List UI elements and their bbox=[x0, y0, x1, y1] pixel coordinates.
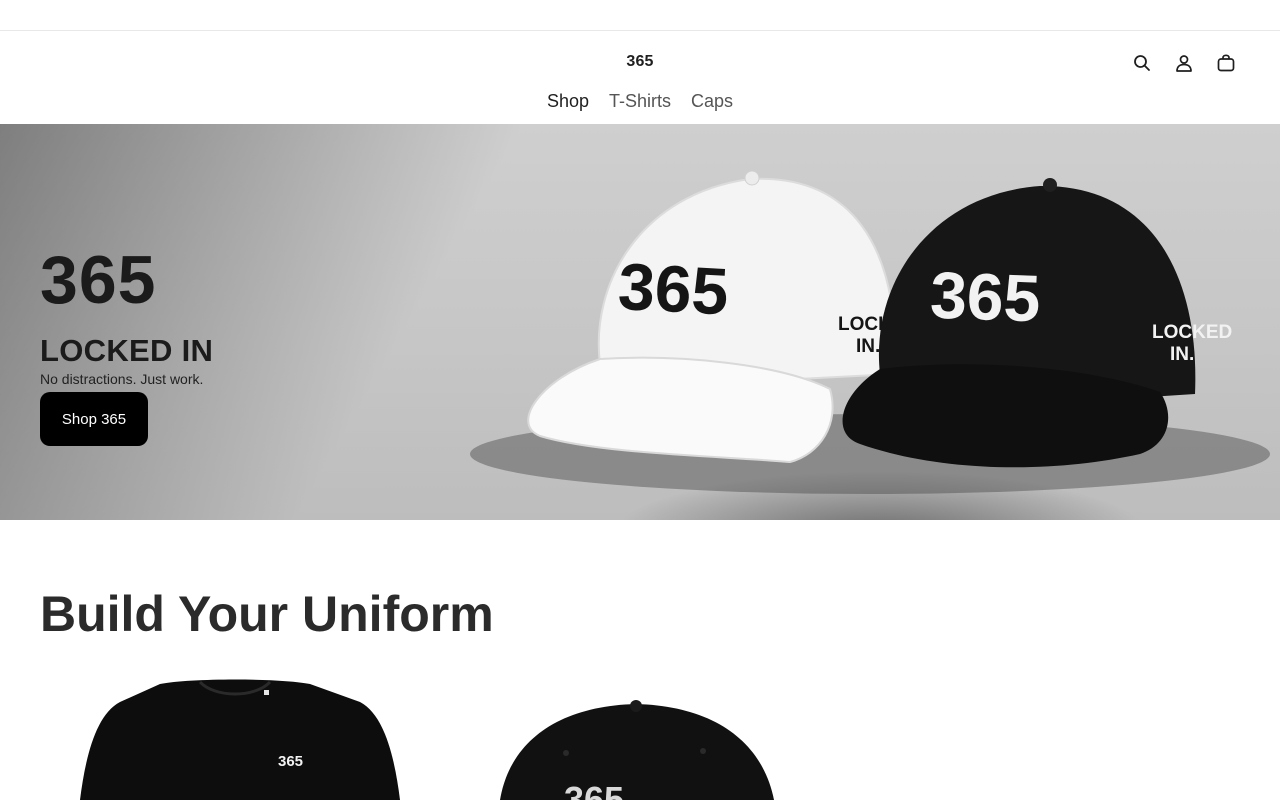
nav-item-shop[interactable]: Shop bbox=[547, 90, 589, 112]
hero-tagline: No distractions. Just work. bbox=[40, 371, 204, 387]
header-actions bbox=[1132, 53, 1236, 73]
cap-product-image: 365 bbox=[500, 700, 774, 800]
section-title: Build Your Uniform bbox=[40, 586, 494, 642]
announcement-bar bbox=[0, 0, 1280, 31]
search-icon[interactable] bbox=[1132, 53, 1152, 73]
tshirt-print: 365 bbox=[278, 753, 303, 770]
nav-item-caps[interactable]: Caps bbox=[691, 90, 733, 112]
product-card[interactable]: 365 bbox=[460, 670, 860, 800]
black-cap-side-print-2: IN. bbox=[1170, 344, 1194, 365]
white-cap-side-print-2: IN. bbox=[856, 336, 880, 357]
product-card[interactable]: 365 bbox=[40, 670, 440, 800]
shop-365-button[interactable]: Shop 365 bbox=[40, 392, 148, 446]
tshirt-product-image: 365 bbox=[80, 679, 400, 800]
cart-icon[interactable] bbox=[1216, 53, 1236, 73]
hero-subheadline: LOCKED IN bbox=[40, 333, 214, 368]
cap-print: 365 bbox=[564, 779, 624, 800]
black-cap-side-print-1: LOCKED bbox=[1152, 322, 1232, 343]
site-logo[interactable]: 365 bbox=[0, 53, 1280, 71]
hero-headline: 365 bbox=[40, 242, 157, 318]
product-grid: 365 365 bbox=[40, 670, 840, 800]
hero-content: 365 LOCKED IN No distractions. Just work… bbox=[40, 244, 213, 446]
hero-banner: 365 LOCKED IN. 365 LOCKED IN. 365 LOCKED… bbox=[0, 124, 1280, 520]
white-cap-front-print: 365 bbox=[616, 249, 730, 329]
black-cap-front-print: 365 bbox=[929, 258, 1042, 336]
account-icon[interactable] bbox=[1174, 53, 1194, 73]
main-nav: Shop T-Shirts Caps bbox=[0, 90, 1280, 112]
nav-item-t-shirts[interactable]: T-Shirts bbox=[609, 90, 671, 112]
site-header: 365 Shop T-Shirts Caps bbox=[0, 31, 1280, 124]
